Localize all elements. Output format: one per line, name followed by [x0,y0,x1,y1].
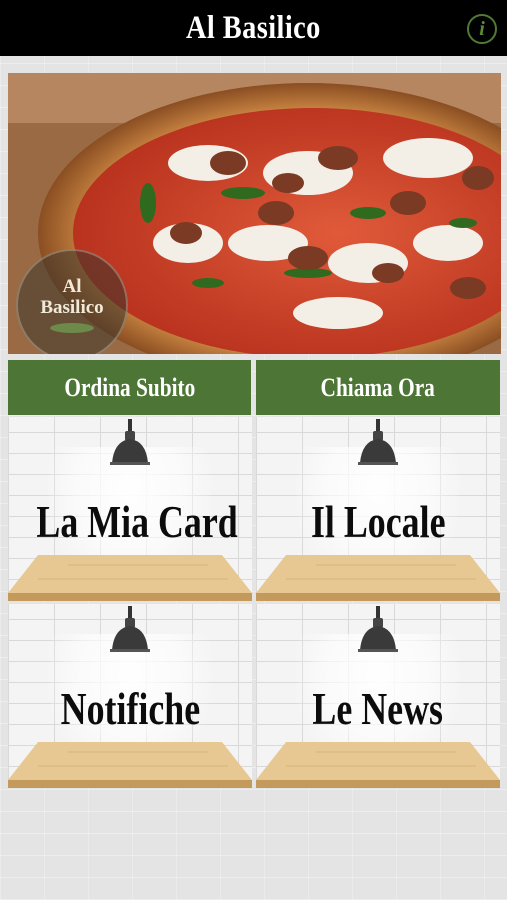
tile-my-card[interactable]: La Mia Card [8,417,252,601]
tile-label: Le News [312,683,444,734]
wooden-shelf [8,555,252,601]
tile-the-place[interactable]: Il Locale [256,417,500,601]
tile-news[interactable]: Le News [256,604,500,788]
lamp-icon [110,606,150,652]
order-now-label: Ordina Subito [64,372,195,402]
app-title: Al Basilico [186,9,321,46]
call-now-label: Chiama Ora [320,372,436,402]
lamp-icon [358,419,398,465]
tile-label: La Mia Card [36,496,238,547]
wooden-shelf [256,742,500,788]
lamp-icon [110,419,150,465]
wooden-shelf [256,555,500,601]
info-icon[interactable]: i [467,14,497,44]
lamp-icon [358,606,398,652]
app-header: Al Basilico i [0,0,507,56]
restaurant-logo: Al Basilico [16,249,128,354]
wooden-shelf [8,742,252,788]
basil-leaf-icon [50,323,94,333]
logo-text-line2: Basilico [40,297,104,318]
call-now-button[interactable]: Chiama Ora [256,360,500,415]
tile-label: Il Locale [310,496,446,547]
hero-pizza-image: Al Basilico [8,73,501,354]
order-now-button[interactable]: Ordina Subito [8,360,251,415]
logo-text-line1: Al [62,276,82,297]
tile-notifications[interactable]: Notifiche [8,604,252,788]
tile-label: Notifiche [60,683,200,734]
